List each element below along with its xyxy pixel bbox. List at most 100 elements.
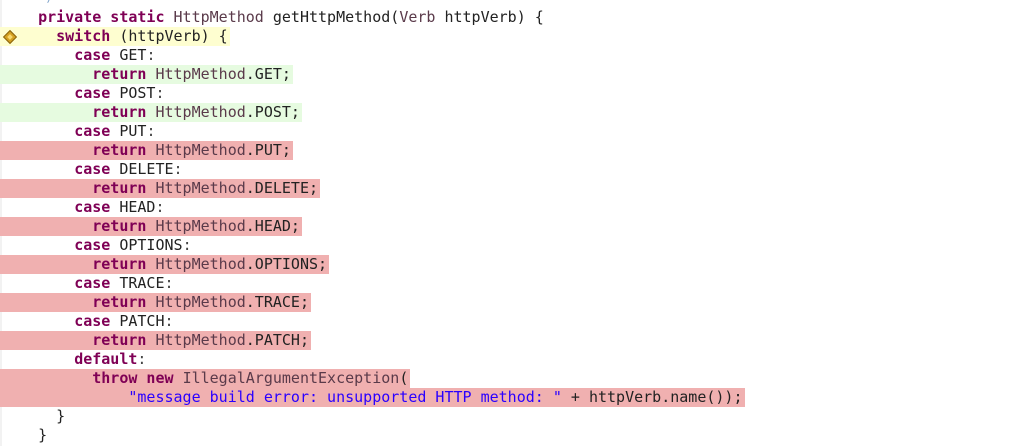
code-line[interactable]: case GET:: [0, 46, 1022, 65]
code-line-content: case PUT:: [74, 122, 155, 141]
code-token-plain: .TRACE;: [245, 293, 309, 311]
code-token-kw: private static: [38, 8, 174, 26]
code-token-kw: return: [92, 179, 156, 197]
code-line-content: private static HttpMethod getHttpMethod(…: [38, 8, 544, 27]
code-line-content: return HttpMethod.PUT;: [92, 141, 291, 160]
code-token-type: HttpMethod: [155, 65, 246, 83]
code-line-content: case PATCH:: [74, 312, 173, 331]
code-token-kw: return: [92, 331, 156, 349]
code-token-plain: .OPTIONS;: [245, 255, 328, 273]
code-line[interactable]: "message build error: unsupported HTTP m…: [0, 388, 1022, 407]
code-token-plain: TRACE: [119, 274, 165, 292]
code-token-plain: httpVerb) {: [435, 8, 544, 26]
code-token-op: :: [164, 312, 174, 330]
code-line[interactable]: case POST:: [0, 84, 1022, 103]
code-token-plain: GET: [119, 46, 147, 64]
code-line-content: return HttpMethod.POST;: [92, 103, 300, 122]
code-line-content: return HttpMethod.TRACE;: [92, 293, 309, 312]
code-token-op: :: [182, 236, 192, 254]
code-line[interactable]: throw new IllegalArgumentException(: [0, 369, 1022, 388]
code-line[interactable]: }: [0, 407, 1022, 426]
code-token-kw: case: [74, 198, 120, 216]
code-token-kw: return: [92, 65, 156, 83]
code-token-kw: case: [74, 236, 120, 254]
comment-fragment: */: [40, 0, 53, 4]
code-token-type: IllegalArgumentException: [182, 369, 400, 387]
code-token-kw: return: [92, 293, 156, 311]
code-line[interactable]: return HttpMethod.POST;: [0, 103, 1022, 122]
code-line[interactable]: return HttpMethod.PATCH;: [0, 331, 1022, 350]
code-token-plain: OPTIONS: [119, 236, 183, 254]
code-token-str: "message build error: unsupported HTTP m…: [128, 388, 562, 406]
code-line-content: }: [38, 426, 47, 445]
code-token-kw: throw new: [92, 369, 183, 387]
code-token-plain: POST: [119, 84, 156, 102]
code-token-op: :: [173, 160, 183, 178]
code-line[interactable]: case OPTIONS:: [0, 236, 1022, 255]
code-token-kw: return: [92, 255, 156, 273]
code-token-kw: return: [92, 141, 156, 159]
code-token-kw: case: [74, 312, 120, 330]
code-line-content: case OPTIONS:: [74, 236, 191, 255]
code-line-content: switch (httpVerb) {: [56, 27, 228, 46]
code-token-plain: getHttpMethod(: [263, 8, 400, 26]
code-token-plain: HEAD: [119, 198, 156, 216]
code-token-kw: case: [74, 274, 120, 292]
code-line[interactable]: default:: [0, 350, 1022, 369]
code-token-type: HttpMethod: [155, 179, 246, 197]
code-line-content: }: [56, 407, 65, 426]
code-line[interactable]: case TRACE:: [0, 274, 1022, 293]
code-token-type: HttpMethod: [155, 293, 246, 311]
code-line[interactable]: case PATCH:: [0, 312, 1022, 331]
code-line[interactable]: return HttpMethod.OPTIONS;: [0, 255, 1022, 274]
code-token-plain: (: [399, 369, 409, 387]
code-token-op: :: [137, 350, 147, 368]
code-token-kw: return: [92, 217, 156, 235]
code-token-plain: }: [38, 426, 48, 444]
code-token-kw: case: [74, 160, 120, 178]
code-line-content: return HttpMethod.GET;: [92, 65, 291, 84]
code-line[interactable]: case HEAD:: [0, 198, 1022, 217]
code-token-plain: .HEAD;: [245, 217, 300, 235]
code-token-type: HttpMethod: [155, 255, 246, 273]
code-token-kw: case: [74, 46, 120, 64]
code-token-type: HttpMethod: [155, 217, 246, 235]
code-line-content: return HttpMethod.DELETE;: [92, 179, 318, 198]
code-line-content: "message build error: unsupported HTTP m…: [128, 388, 742, 407]
code-line-content: default:: [74, 350, 146, 369]
code-line-content: throw new IllegalArgumentException(: [92, 369, 408, 388]
code-line[interactable]: return HttpMethod.DELETE;: [0, 179, 1022, 198]
code-line[interactable]: return HttpMethod.TRACE;: [0, 293, 1022, 312]
code-token-op: :: [164, 274, 174, 292]
code-token-op: :: [155, 84, 165, 102]
code-token-plain: PATCH: [119, 312, 165, 330]
code-line-content: case HEAD:: [74, 198, 164, 217]
code-token-plain: .GET;: [245, 65, 291, 83]
code-token-plain: }: [56, 407, 66, 425]
code-editor[interactable]: */ private static HttpMethod getHttpMeth…: [0, 0, 1022, 446]
code-token-plain: .PUT;: [245, 141, 291, 159]
code-token-plain: .POST;: [245, 103, 300, 121]
code-token-type: Verb: [399, 8, 436, 26]
code-token-kw: return: [92, 103, 156, 121]
code-line[interactable]: private static HttpMethod getHttpMethod(…: [0, 8, 1022, 27]
code-line[interactable]: }: [0, 426, 1022, 445]
code-line[interactable]: switch (httpVerb) {: [0, 27, 1022, 46]
code-line-content: case DELETE:: [74, 160, 182, 179]
code-token-plain: DELETE: [119, 160, 174, 178]
code-token-kw: case: [74, 84, 120, 102]
code-token-op: :: [146, 122, 156, 140]
code-token-op: :: [146, 46, 156, 64]
code-line[interactable]: case DELETE:: [0, 160, 1022, 179]
code-token-op: :: [155, 198, 165, 216]
code-line[interactable]: return HttpMethod.GET;: [0, 65, 1022, 84]
code-line-content: return HttpMethod.HEAD;: [92, 217, 300, 236]
code-line-content: case TRACE:: [74, 274, 173, 293]
code-line[interactable]: case PUT:: [0, 122, 1022, 141]
code-token-type: HttpMethod: [155, 331, 246, 349]
code-token-plain: .DELETE;: [245, 179, 319, 197]
code-line[interactable]: return HttpMethod.HEAD;: [0, 217, 1022, 236]
code-token-type: HttpMethod: [173, 8, 264, 26]
code-line[interactable]: return HttpMethod.PUT;: [0, 141, 1022, 160]
code-token-type: HttpMethod: [155, 141, 246, 159]
